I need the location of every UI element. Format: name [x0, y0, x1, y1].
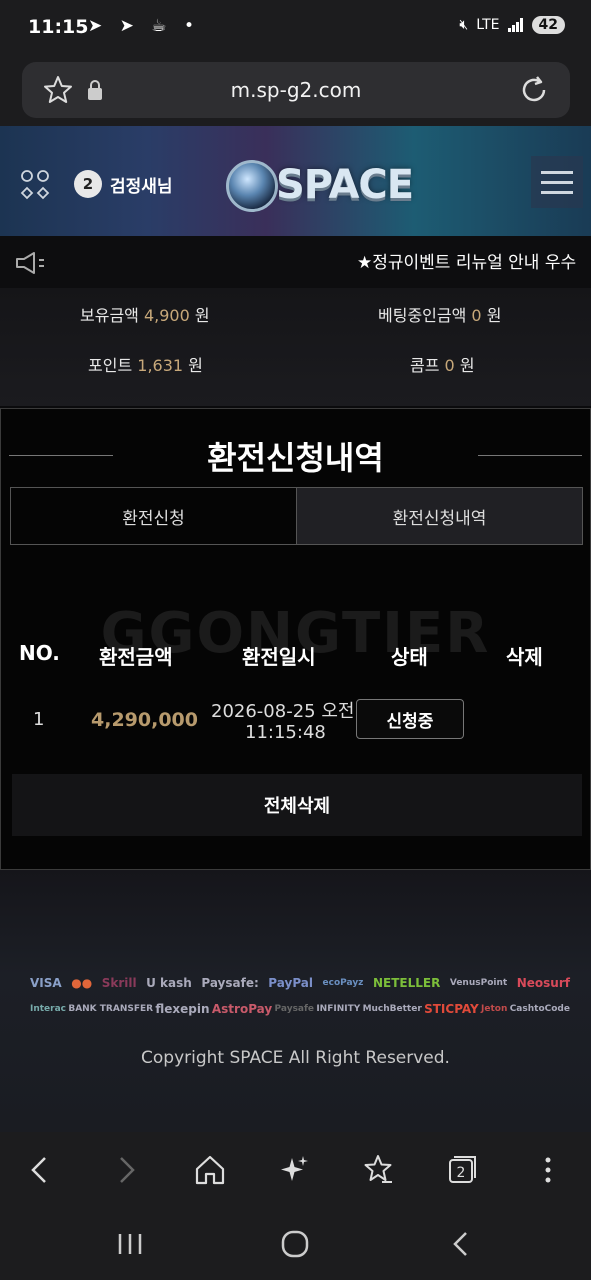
payment-logo: flexepin [155, 1002, 210, 1016]
payment-logo: ecoPayz [322, 978, 364, 988]
logo-helmet-icon [226, 160, 278, 212]
notice-ticker[interactable]: ★정규이벤트 리뉴얼 안내 우수 [357, 248, 576, 273]
notice-bar: ★정규이벤트 리뉴얼 안내 우수 [0, 236, 591, 288]
column-header-status: 상태 [391, 645, 428, 669]
point-amount: 포인트 1,631 원 [88, 356, 203, 375]
system-back-icon[interactable] [445, 1228, 477, 1260]
sparkle-ai-icon[interactable] [276, 1152, 312, 1188]
svg-text:2: 2 [457, 1165, 466, 1181]
status-badge[interactable]: 신청중 [356, 699, 464, 739]
site-logo[interactable]: SPACE [276, 162, 414, 208]
payment-logo: VenusPoint [449, 978, 508, 988]
network-label: LTE [476, 17, 500, 33]
address-bar[interactable]: m.sp-g2.com [22, 62, 570, 118]
row-time: 11:15:48 [245, 722, 326, 743]
back-icon[interactable] [22, 1152, 58, 1188]
column-header-amount: 환전금액 [99, 645, 173, 669]
column-header-datetime: 환전일시 [242, 645, 316, 669]
column-header-no: NO. [19, 641, 60, 665]
payment-logo: AstroPay [211, 1002, 273, 1016]
bookmarks-icon[interactable] [360, 1152, 396, 1188]
payment-logo: Skrill [101, 976, 137, 990]
row-amount: 4,290,000 [91, 709, 198, 731]
payment-logo: VISA [30, 976, 62, 990]
payment-logo: BANK TRANSFER [68, 1004, 154, 1014]
tab-bar: 환전신청 환전신청내역 [10, 487, 583, 545]
megaphone-icon [16, 252, 44, 274]
delete-all-button[interactable]: 전체삭제 [12, 774, 582, 836]
status-bar: 11:15 ➤ ➤ ☕ • 🔇︎ LTE 42 [0, 0, 591, 58]
payment-logos-row-1: VISA ●● Skrill U kash Paysafe: PayPal ec… [30, 976, 570, 990]
more-options-icon[interactable] [530, 1152, 566, 1188]
payment-logo: Jeton [481, 1004, 508, 1014]
payment-logo: STICPAY [424, 1002, 479, 1016]
browser-bottom-bar: 2 [0, 1132, 591, 1208]
holding-amount: 보유금액 4,900 원 [80, 306, 210, 325]
payment-logo: Neosurf [516, 976, 570, 990]
copyright-text: Copyright SPACE All Right Reserved. [141, 1048, 450, 1068]
row-number: 1 [33, 709, 45, 730]
home-icon[interactable] [192, 1152, 228, 1188]
payment-logo: Paysafe: [201, 976, 259, 990]
tab-exchange-history[interactable]: 환전신청내역 [296, 488, 582, 544]
title-divider-right [478, 455, 582, 456]
url-text[interactable]: m.sp-g2.com [22, 78, 570, 102]
system-nav-bar [0, 1208, 591, 1280]
status-right: 🔇︎ LTE 42 [459, 16, 565, 34]
user-level-badge: 2 [74, 170, 102, 198]
payment-logo: NETELLER [372, 976, 441, 990]
browser-toolbar: m.sp-g2.com [0, 58, 591, 126]
site-header: 2 검정새님 SPACE [0, 126, 591, 236]
notification-icons: ➤ ➤ ☕ • [88, 16, 200, 36]
row-date: 2026-08-25 오전 [211, 701, 355, 722]
payment-logo: U kash [146, 976, 192, 990]
payment-logo: Paysafe [274, 1004, 315, 1014]
betting-amount: 베팅중인금액 0 원 [378, 306, 502, 325]
payment-logo: CashtoCode [509, 1004, 570, 1014]
payment-logo: Interac [30, 1004, 67, 1014]
comp-amount: 콤프 0 원 [410, 356, 475, 375]
hamburger-menu-icon[interactable] [531, 156, 583, 208]
payment-logo: ●● [71, 976, 93, 990]
battery-indicator: 42 [531, 16, 565, 34]
tab-exchange-request[interactable]: 환전신청 [11, 488, 296, 544]
payment-logo: PayPal [268, 976, 314, 990]
forward-icon[interactable] [108, 1152, 144, 1188]
balance-summary: 보유금액 4,900 원 베팅중인금액 0 원 포인트 1,631 원 콤프 0… [0, 288, 591, 406]
footer: VISA ●● Skrill U kash Paysafe: PayPal ec… [0, 870, 591, 1132]
payment-logo: INFINITY [316, 1004, 361, 1014]
status-time: 11:15 [28, 16, 89, 38]
mute-icon: 🔇︎ [459, 17, 469, 33]
games-menu-icon[interactable] [18, 168, 52, 202]
reload-icon[interactable] [518, 74, 550, 106]
page-title: 환전신청내역 [207, 439, 384, 477]
username[interactable]: 검정새님 [110, 172, 173, 197]
recent-apps-icon[interactable] [114, 1228, 146, 1260]
payment-logo: MuchBetter [362, 1004, 422, 1014]
exchange-history-panel: 환전신청내역 환전신청 환전신청내역 GGONGTIER NO. 환전금액 환전… [0, 408, 591, 870]
payment-logos-row-2: Interac BANK TRANSFER flexepin AstroPay … [30, 1002, 570, 1016]
signal-icon [507, 18, 523, 32]
column-header-delete: 삭제 [506, 645, 543, 669]
system-home-icon[interactable] [279, 1228, 311, 1260]
tabs-icon[interactable]: 2 [444, 1152, 480, 1188]
